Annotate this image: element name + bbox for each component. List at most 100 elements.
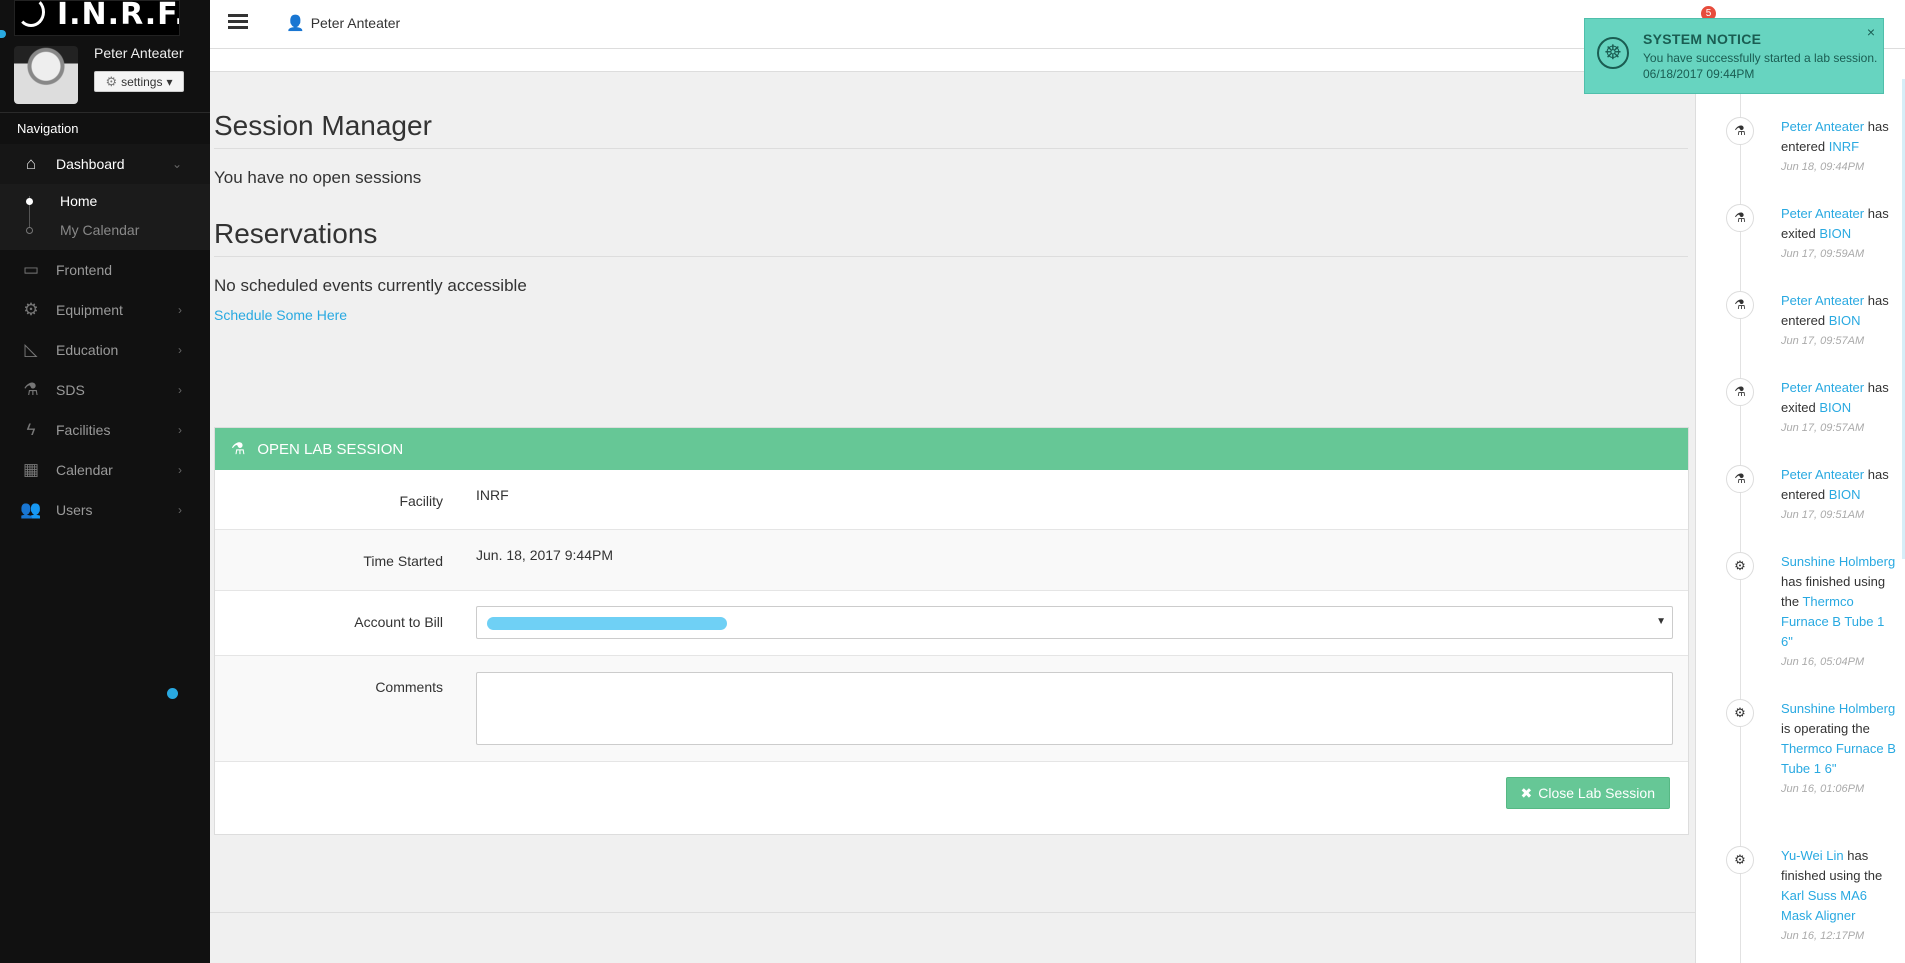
scroll-indicator-dot [0, 30, 6, 38]
toast-title: SYSTEM NOTICE [1643, 31, 1762, 47]
feed-text: Peter Anteater has exited BION Jun 17, 09… [1781, 378, 1896, 438]
chevron-right-icon: › [178, 343, 182, 357]
flask-icon: ⚗ [1726, 465, 1754, 493]
flask-icon: ⚗ [1726, 204, 1754, 232]
sidebar-item-label: Facilities [56, 422, 111, 438]
feed-actor-link[interactable]: Peter Anteater [1781, 119, 1864, 134]
flask-icon: ⚗ [231, 441, 246, 458]
sidebar-user-name: Peter Anteater [94, 45, 184, 61]
comments-row: Comments [215, 656, 1688, 762]
chevron-right-icon: › [178, 463, 182, 477]
facility-label: Facility [399, 493, 443, 509]
feed-timestamp: Jun 18, 09:44PM [1781, 161, 1865, 173]
feed-timestamp: Jun 17, 09:57AM [1781, 335, 1865, 347]
flask-icon: ⚗ [1726, 291, 1754, 319]
feed-actor-link[interactable]: Sunshine Holmberg [1781, 554, 1895, 569]
header-user-menu[interactable]: 👤 Peter Anteater [286, 14, 400, 32]
sidebar-item-dashboard[interactable]: ⌂ Dashboard ⌄ [0, 144, 210, 184]
feed-timestamp: Jun 16, 05:04PM [1781, 656, 1865, 668]
feed-actor-link[interactable]: Peter Anteater [1781, 206, 1864, 221]
feed-actor-link[interactable]: Peter Anteater [1781, 467, 1864, 482]
subnav-item-label: Home [60, 192, 98, 209]
nav-list: ⌂ Dashboard ⌄ Home My Calendar ▭ Fronten… [0, 144, 210, 530]
feed-target-link[interactable]: Thermco Furnace B Tube 1 6" [1781, 741, 1896, 776]
feed-text: Sunshine Holmberg is operating the Therm… [1781, 699, 1896, 799]
sidebar-item-sds[interactable]: ⚗ SDS › [0, 370, 210, 410]
gears-icon: ⚙ [1726, 552, 1754, 580]
user-icon: 👤 [286, 15, 305, 32]
feed-timestamp: Jun 16, 01:06PM [1781, 783, 1865, 795]
sidebar-item-facilities[interactable]: ϟ Facilities › [0, 410, 210, 450]
feed-target-link[interactable]: BION [1829, 313, 1861, 328]
feed-text: Peter Anteater has entered INRF Jun 18, 0… [1781, 117, 1896, 177]
chevron-down-icon: ⌄ [171, 157, 182, 171]
hamburger-menu-icon[interactable] [228, 12, 248, 32]
schedule-link[interactable]: Schedule Some Here [214, 307, 347, 323]
laptop-icon: ▭ [22, 260, 40, 279]
panel-title: OPEN LAB SESSION [257, 440, 404, 458]
subnav-item-my-calendar[interactable]: My Calendar [0, 215, 210, 244]
feed-text: Peter Anteater has exited BION Jun 17, 09… [1781, 204, 1896, 264]
sidebar-item-education[interactable]: ◺ Education › [0, 330, 210, 370]
logo-mark-icon [17, 1, 45, 27]
gears-icon: ⚙ [1726, 846, 1754, 874]
logo-text: I.N.R.F. [57, 0, 180, 32]
actions-row: ✖ Close Lab Session [215, 762, 1688, 834]
feed-action: is operating the [1781, 721, 1870, 736]
no-events-text: No scheduled events currently accessible [214, 276, 527, 295]
gear-icon: ⚙ [105, 73, 118, 89]
feed-text: Peter Anteater has entered BION Jun 17, 0… [1781, 465, 1896, 525]
feed-actor-link[interactable]: Sunshine Holmberg [1781, 701, 1895, 716]
comments-textarea[interactable] [476, 672, 1673, 745]
sidebar-item-label: Dashboard [56, 156, 125, 172]
close-icon[interactable]: × [1867, 24, 1875, 40]
chat-indicator-dot[interactable] [167, 688, 178, 699]
feed-target-link[interactable]: BION [1829, 487, 1861, 502]
open-lab-session-panel: ⚗ OPEN LAB SESSION Facility INRF Time St… [214, 427, 1689, 835]
flask-icon: ⚗ [1726, 117, 1754, 145]
feed-text: Yu-Wei Lin has finished using the Karl S… [1781, 846, 1896, 946]
flask-icon: ⚗ [23, 380, 39, 399]
chevron-right-icon: › [178, 423, 182, 437]
account-row: Account to Bill ▼ [215, 591, 1688, 656]
ship-wheel-icon: ☸ [1597, 37, 1629, 69]
close-icon: ✖ [1520, 784, 1533, 801]
redacted-account-value [487, 617, 727, 630]
sidebar-item-label: Users [56, 502, 93, 518]
account-label: Account to Bill [354, 614, 443, 630]
system-notice-toast: ☸ SYSTEM NOTICE You have successfully st… [1584, 18, 1884, 94]
gear-icon: ⚙ [23, 300, 39, 319]
logo[interactable]: I.N.R.F. [14, 0, 180, 36]
session-manager-title: Session Manager [214, 110, 1688, 149]
settings-dropdown-button[interactable]: ⚙ settings ▾ [94, 71, 184, 92]
reservations-title: Reservations [214, 218, 1688, 257]
sidebar-item-users[interactable]: 👥 Users › [0, 490, 210, 530]
feed-timestamp: Jun 17, 09:59AM [1781, 248, 1865, 260]
toast-message: You have successfully started a lab sess… [1643, 51, 1878, 65]
toast-time: 06/18/2017 09:44PM [1643, 67, 1755, 81]
chevron-right-icon: › [178, 503, 182, 517]
account-select[interactable]: ▼ [476, 606, 1673, 639]
nav-heading: Navigation [0, 112, 210, 142]
feed-timestamp: Jun 17, 09:51AM [1781, 509, 1865, 521]
feed-target-link[interactable]: INRF [1829, 139, 1859, 154]
sidebar-item-equipment[interactable]: ⚙ Equipment › [0, 290, 210, 330]
sidebar-item-frontend[interactable]: ▭ Frontend [0, 250, 210, 290]
feed-target-link[interactable]: Karl Suss MA6 Mask Aligner [1781, 888, 1867, 923]
close-lab-session-button[interactable]: ✖ Close Lab Session [1505, 777, 1670, 809]
sidebar-item-calendar[interactable]: ▦ Calendar › [0, 450, 210, 490]
flask-icon: ⚗ [1726, 378, 1754, 406]
feed-target-link[interactable]: BION [1819, 400, 1851, 415]
feed-actor-link[interactable]: Yu-Wei Lin [1781, 848, 1844, 863]
feed-text: Sunshine Holmberg has finished using the… [1781, 552, 1896, 672]
feed-target-link[interactable]: BION [1819, 226, 1851, 241]
sidebar-item-label: Calendar [56, 462, 113, 478]
comments-label: Comments [375, 679, 443, 695]
header-user-name: Peter Anteater [310, 15, 401, 31]
feed-actor-link[interactable]: Peter Anteater [1781, 380, 1864, 395]
time-started-value: Jun. 18, 2017 9:44PM [476, 547, 613, 563]
feed-actor-link[interactable]: Peter Anteater [1781, 293, 1864, 308]
sidebar: I.N.R.F. Peter Anteater ⚙ settings ▾ Nav… [0, 0, 210, 963]
users-icon: 👥 [20, 500, 42, 519]
subnav-item-home[interactable]: Home [0, 186, 210, 215]
